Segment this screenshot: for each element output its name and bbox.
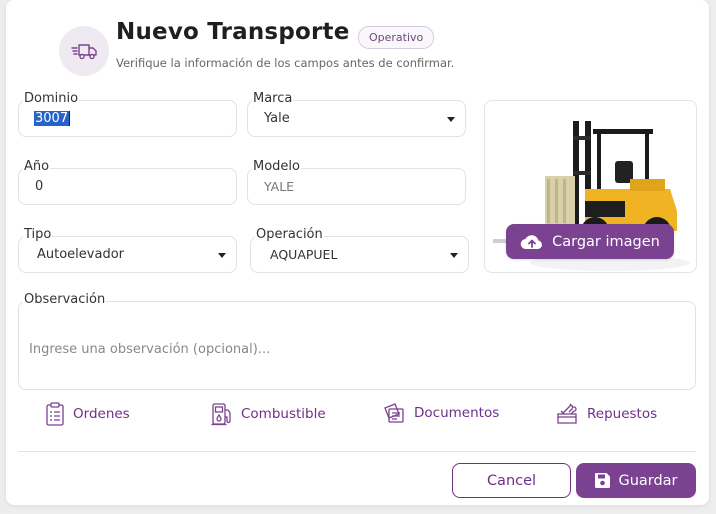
observacion-placeholder: Ingrese una observación (opcional)...	[29, 342, 271, 357]
footer-divider	[18, 451, 696, 452]
cancel-label: Cancel	[486, 472, 537, 489]
chevron-down-icon	[218, 253, 226, 258]
documentos-label: Documentos	[414, 405, 500, 421]
modelo-label: Modelo	[252, 159, 301, 174]
documentos-link[interactable]: Documentos	[382, 402, 499, 424]
observacion-label: Observación	[23, 292, 107, 307]
ordenes-label: Ordenes	[73, 406, 130, 422]
operacion-value: AQUAPUEL	[270, 247, 338, 262]
anio-label: Año	[23, 159, 51, 174]
clipboard-list-icon	[46, 402, 64, 426]
cancel-button[interactable]: Cancel	[452, 463, 571, 498]
fuel-pump-icon	[211, 403, 231, 426]
cloud-upload-icon	[520, 234, 543, 249]
marca-label: Marca	[252, 91, 294, 106]
combustible-label: Combustible	[241, 406, 326, 422]
floppy-disk-icon	[595, 473, 611, 488]
page-subtitle: Verifique la información de los campos a…	[116, 56, 455, 70]
tipo-value: Autoelevador	[37, 247, 125, 262]
combustible-link[interactable]: Combustible	[211, 402, 326, 426]
tipo-label: Tipo	[23, 227, 53, 242]
operacion-label: Operación	[255, 227, 324, 242]
save-button[interactable]: Guardar	[576, 463, 696, 498]
truck-icon-container	[59, 26, 109, 76]
upload-image-label: Cargar imagen	[552, 233, 660, 250]
save-label: Guardar	[618, 472, 678, 489]
anio-value: 0	[35, 179, 44, 194]
chevron-down-icon	[447, 117, 455, 122]
spare-parts-icon	[557, 403, 577, 424]
observacion-textarea[interactable]: Ingrese una observación (opcional)...	[18, 301, 696, 390]
repuestos-label: Repuestos	[587, 406, 658, 422]
dominio-value: 3007	[34, 111, 70, 126]
modelo-value: YALE	[264, 179, 295, 194]
chevron-down-icon	[450, 253, 458, 258]
repuestos-link[interactable]: Repuestos	[555, 402, 657, 426]
anio-field[interactable]: 0	[18, 168, 237, 205]
truck-icon	[71, 44, 97, 60]
page-title: Nuevo Transporte	[116, 19, 350, 45]
upload-image-button[interactable]: Cargar imagen	[506, 224, 674, 259]
text-cursor	[69, 111, 71, 126]
ordenes-link[interactable]: Ordenes	[45, 402, 130, 426]
dominio-label: Dominio	[23, 91, 80, 106]
marca-value: Yale	[264, 111, 290, 126]
documents-icon	[384, 403, 404, 423]
status-badge: Operativo	[358, 26, 435, 49]
